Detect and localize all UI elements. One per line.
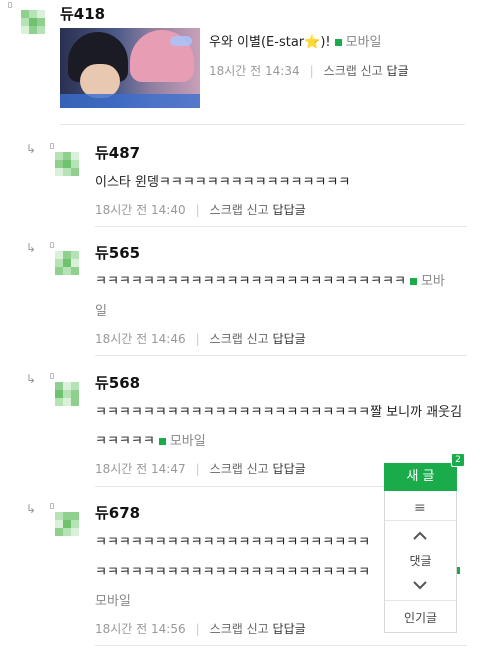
reply-link[interactable]: 답답글 — [273, 203, 306, 217]
report-link[interactable]: 신고 — [247, 332, 269, 346]
comment-meta: 18시간 전 14:46 | 스크랩 신고 답답글 — [95, 332, 306, 346]
comment-time: 18시간 전 14:34 — [209, 64, 300, 78]
reply-arrow-icon: ↳ — [26, 372, 37, 386]
report-link[interactable]: 신고 — [247, 462, 269, 476]
report-link[interactable]: 신고 — [247, 622, 269, 636]
avatar[interactable] — [21, 10, 45, 34]
mobile-indicator-icon — [158, 437, 166, 445]
mobile-label-wrap: 일 — [95, 304, 107, 319]
comment-divider — [95, 355, 467, 356]
comment-meta: 18시간 전 14:56 | 스크랩 신고 답답글 — [95, 622, 306, 636]
new-post-button[interactable]: 새 글 — [384, 463, 457, 491]
chevron-down-icon[interactable] — [412, 577, 428, 593]
comment-marker — [50, 503, 54, 509]
report-link[interactable]: 신고 — [361, 64, 383, 78]
mobile-label: 모바일 — [169, 434, 206, 449]
avatar[interactable] — [55, 251, 79, 275]
comment-marker — [50, 373, 54, 379]
reply-link[interactable]: 답답글 — [273, 462, 306, 476]
reply-arrow-icon: ↳ — [26, 142, 37, 156]
comment-marker — [8, 2, 12, 8]
comment-marker — [50, 242, 54, 248]
comment-divider — [95, 645, 467, 646]
avatar[interactable] — [55, 382, 79, 406]
comment-text: ㅋㅋㅋㅋㅋㅋㅋㅋㅋㅋㅋㅋㅋㅋㅋㅋㅋㅋㅋㅋㅋㅋㅋ — [95, 535, 371, 550]
scrap-link[interactable]: 스크랩 — [210, 462, 243, 476]
comment-marker — [50, 143, 54, 149]
comment-text: ㅋㅋㅋㅋㅋㅋㅋㅋㅋㅋㅋㅋㅋㅋㅋㅋㅋㅋㅋㅋㅋㅋㅋㅋㅋㅋ 모바 — [95, 274, 445, 289]
comment-text: ㅋㅋㅋㅋㅋㅋㅋㅋㅋㅋㅋㅋㅋㅋㅋㅋㅋㅋㅋㅋㅋㅋㅋ짤 보니까 괘웃김 — [95, 405, 463, 420]
avatar[interactable] — [55, 512, 79, 536]
comment-author[interactable]: 듀487 — [95, 142, 140, 163]
comment-author[interactable]: 듀568 — [95, 372, 140, 393]
comment-time: 18시간 전 14:40 — [95, 203, 186, 217]
new-post-count-badge: 2 — [451, 453, 465, 467]
reply-link[interactable]: 답답글 — [273, 332, 306, 346]
scrap-link[interactable]: 스크랩 — [210, 203, 243, 217]
comment-time: 18시간 전 14:47 — [95, 462, 186, 476]
scrap-link[interactable]: 스크랩 — [324, 64, 357, 78]
mobile-label: 모바일 — [95, 594, 131, 609]
comment-author[interactable]: 듀678 — [95, 502, 140, 523]
reply-link[interactable]: 답글 — [387, 64, 409, 78]
menu-icon[interactable]: ≡ — [414, 500, 426, 516]
popular-posts-link[interactable]: 인기글 — [384, 609, 457, 626]
reply-arrow-icon: ↳ — [26, 502, 37, 516]
star-emoji-icon: ⭐ — [304, 35, 321, 50]
chevron-up-icon[interactable] — [412, 528, 428, 544]
scrap-link[interactable]: 스크랩 — [210, 622, 243, 636]
comment-author[interactable]: 듀418 — [60, 3, 105, 24]
report-link[interactable]: 신고 — [247, 203, 269, 217]
attached-image[interactable] — [60, 28, 200, 108]
comment-time: 18시간 전 14:56 — [95, 622, 186, 636]
mobile-indicator-icon — [334, 38, 342, 46]
mobile-label: 모바 — [420, 274, 445, 289]
reply-arrow-icon: ↳ — [26, 241, 37, 255]
avatar[interactable] — [55, 152, 79, 176]
comment-divider — [95, 226, 467, 227]
comment-text: 우와 이별(E-star⭐)! 모바일 — [209, 35, 382, 50]
mobile-indicator-icon — [409, 277, 417, 285]
comment-meta: 18시간 전 14:34 | 스크랩 신고 답글 — [209, 64, 409, 78]
comment-divider — [95, 486, 385, 487]
comments-nav-label[interactable]: 댓글 — [384, 552, 457, 569]
reply-link[interactable]: 답답글 — [273, 622, 306, 636]
comment-meta: 18시간 전 14:40 | 스크랩 신고 답답글 — [95, 203, 306, 217]
scrap-link[interactable]: 스크랩 — [210, 332, 243, 346]
mobile-label: 모바일 — [345, 35, 382, 50]
comment-text-line2: ㅋㅋㅋㅋㅋ 모바일 — [95, 434, 206, 449]
comment-author[interactable]: 듀565 — [95, 242, 140, 263]
comment-meta: 18시간 전 14:47 | 스크랩 신고 답답글 — [95, 462, 306, 476]
comment-divider — [60, 124, 465, 125]
comment-time: 18시간 전 14:46 — [95, 332, 186, 346]
comment-text: 이스타 윈뎅ㅋㅋㅋㅋㅋㅋㅋㅋㅋㅋㅋㅋㅋㅋㅋㅋ — [95, 175, 351, 190]
comment-text-line2: ㅋㅋㅋㅋㅋㅋㅋㅋㅋㅋㅋㅋㅋㅋㅋㅋㅋㅋㅋㅋㅋㅋㅋ — [95, 565, 371, 580]
